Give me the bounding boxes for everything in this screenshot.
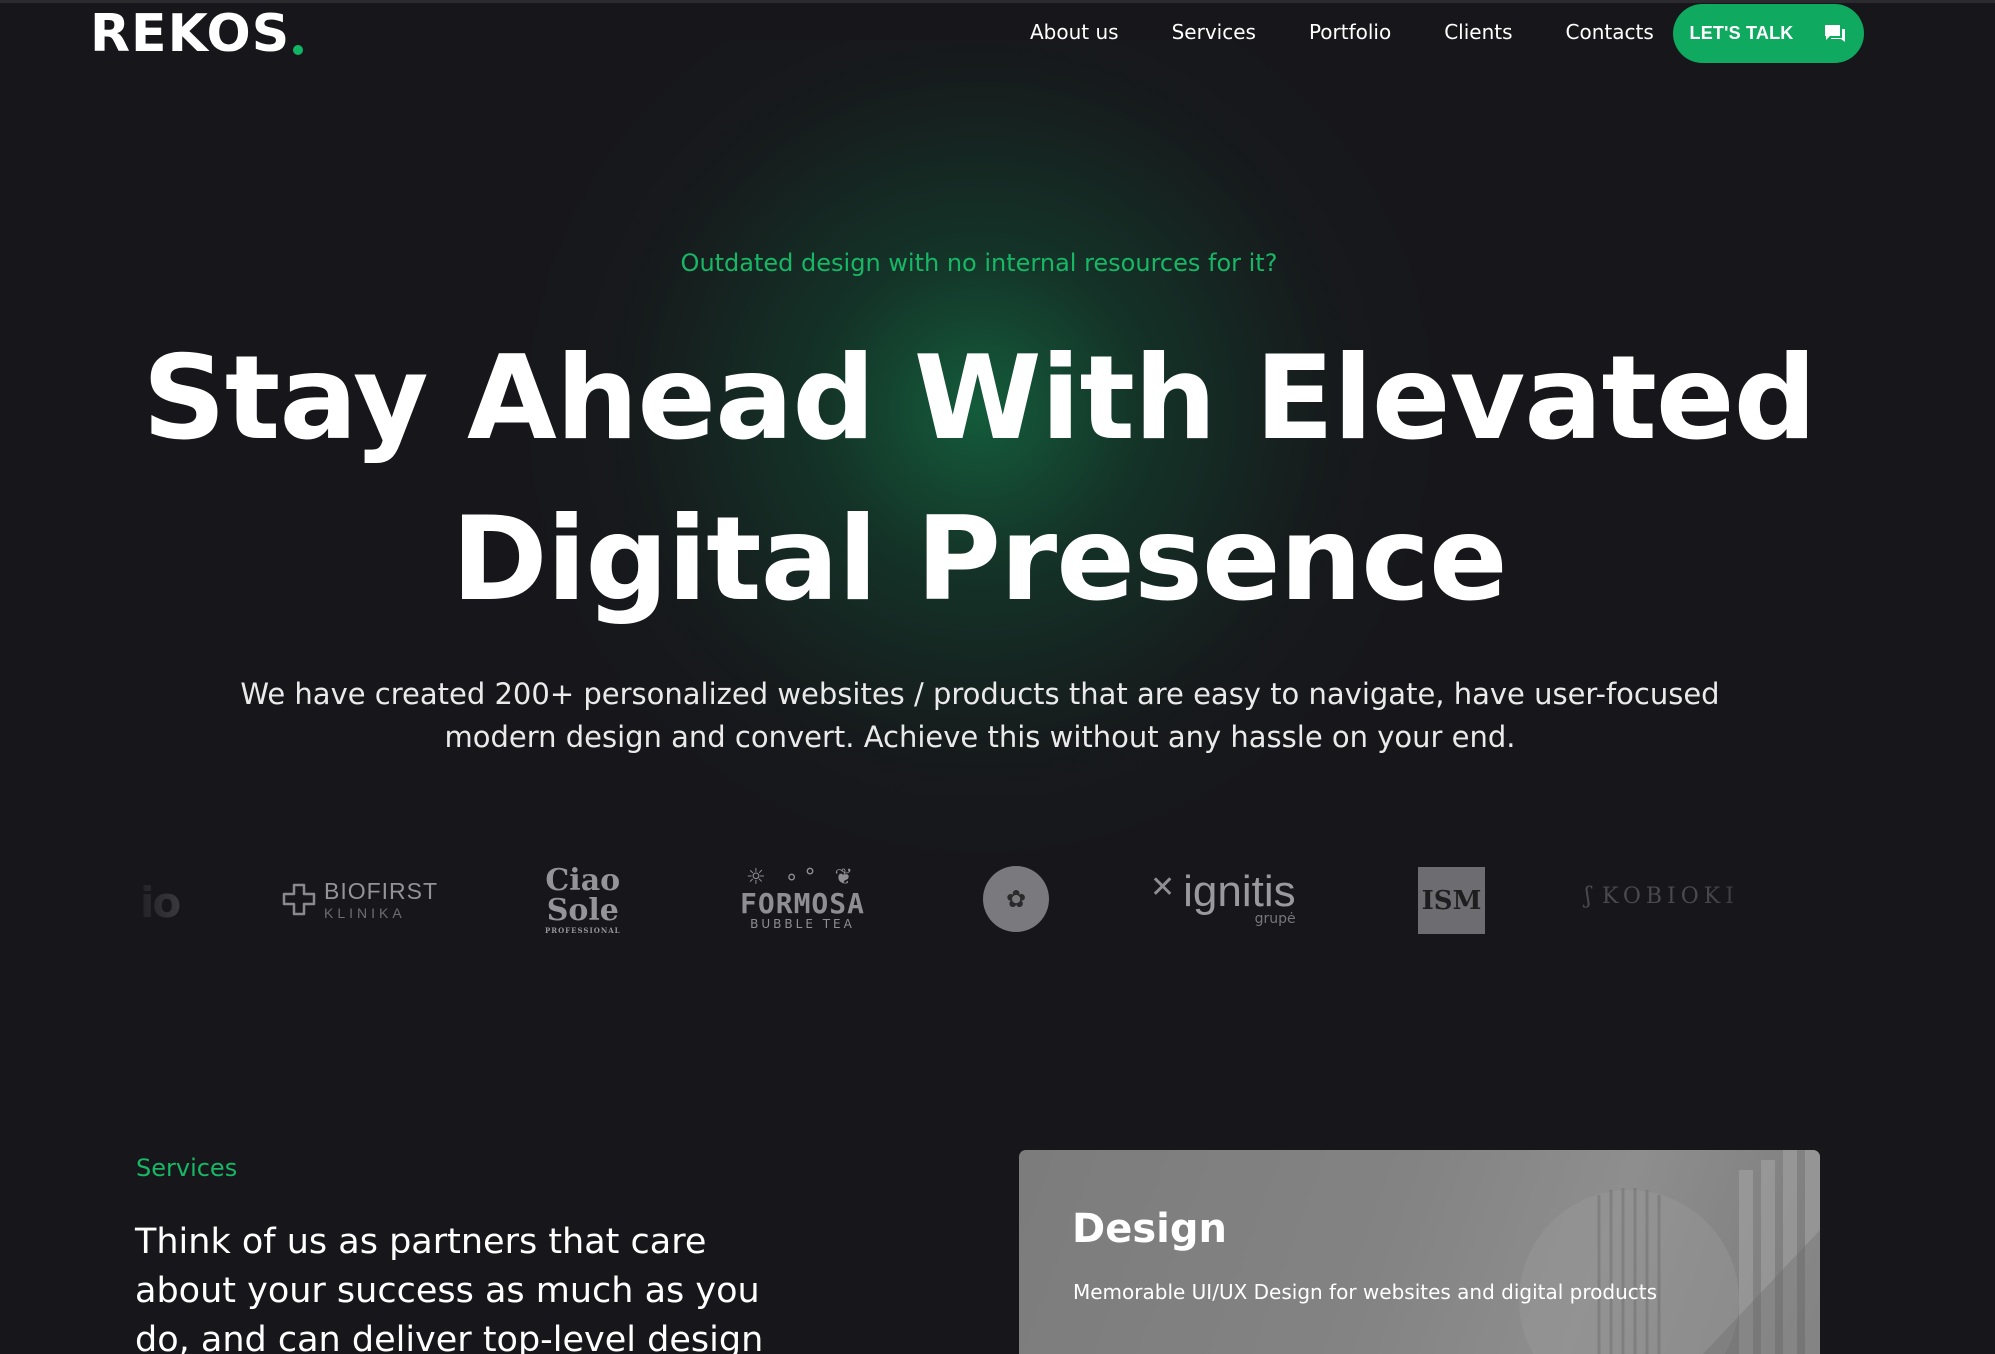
client-logo-green-feels: ✿	[983, 866, 1049, 932]
services-intro: Think of us as partners that care about …	[135, 1222, 764, 1354]
ciao-sole-line2: Sole	[546, 893, 619, 928]
card-background-art	[1519, 1150, 1820, 1354]
client-logos-strip: io BIOFIRST KLINIKA Ciao Sole PROFESSION…	[140, 860, 1830, 940]
headline-line-2: Digital Presence	[451, 492, 1507, 627]
card-title: Design	[1072, 1206, 1227, 1252]
biofirst-cross-icon	[282, 883, 316, 915]
hero-subtext: We have created 200+ personalized websit…	[240, 677, 1720, 754]
formosa-name: FORMOSA	[740, 887, 866, 920]
top-border	[0, 0, 1995, 3]
ignitis-name: ignitis	[1183, 867, 1296, 916]
headline-line-1: Stay Ahead With Elevated	[142, 331, 1816, 466]
nav-about-us[interactable]: About us	[1030, 20, 1119, 44]
hero-headline: Stay Ahead With Elevated Digital Presenc…	[0, 318, 1958, 640]
client-logo-formosa: ☼ ∘° ❦ FORMOSA BUBBLE TEA	[740, 866, 866, 931]
ignitis-x-icon: ✕	[1150, 870, 1176, 905]
client-logo-ism: ISM	[1418, 867, 1485, 934]
lets-talk-label: LET'S TALK	[1689, 23, 1794, 43]
kobioki-swirl-icon: ʃ	[1585, 884, 1596, 909]
biofirst-name: BIOFIRST	[324, 878, 439, 904]
client-logo-ignitis: ✕ ignitis grupė	[1150, 867, 1296, 927]
nav-contacts[interactable]: Contacts	[1566, 20, 1654, 44]
ciao-sole-line1: Ciao	[545, 863, 621, 898]
formosa-sub: BUBBLE TEA	[750, 917, 855, 931]
client-logo-biofirst: BIOFIRST KLINIKA	[280, 878, 438, 921]
nav-clients[interactable]: Clients	[1444, 20, 1512, 44]
clover-icon: ✿	[1005, 885, 1027, 913]
logo-dot	[293, 45, 304, 55]
card-description: Memorable UI/UX Design for websites and …	[1073, 1280, 1658, 1304]
hero-eyebrow: Outdated design with no internal resourc…	[680, 249, 1278, 277]
services-label: Services	[136, 1154, 238, 1182]
lets-talk-button[interactable]: LET'S TALK	[1673, 4, 1864, 63]
nav-services[interactable]: Services	[1172, 20, 1256, 44]
main-nav: About us Services Portfolio Clients Cont…	[1030, 20, 1707, 44]
nav-portfolio[interactable]: Portfolio	[1309, 20, 1391, 44]
client-logo-ciao-sole: Ciao Sole PROFESSIONAL	[545, 866, 621, 936]
site-logo[interactable]: REKOS	[90, 4, 304, 64]
logos-fade-left	[120, 850, 240, 950]
design-service-card[interactable]: Design Memorable UI/UX Design for websit…	[1019, 1150, 1820, 1354]
chat-icon	[1825, 24, 1846, 42]
logo-text: REKOS	[90, 4, 291, 64]
ciao-sole-sub: PROFESSIONAL	[545, 926, 621, 935]
logos-fade-right	[1700, 850, 1840, 950]
biofirst-sub: KLINIKA	[324, 905, 406, 921]
